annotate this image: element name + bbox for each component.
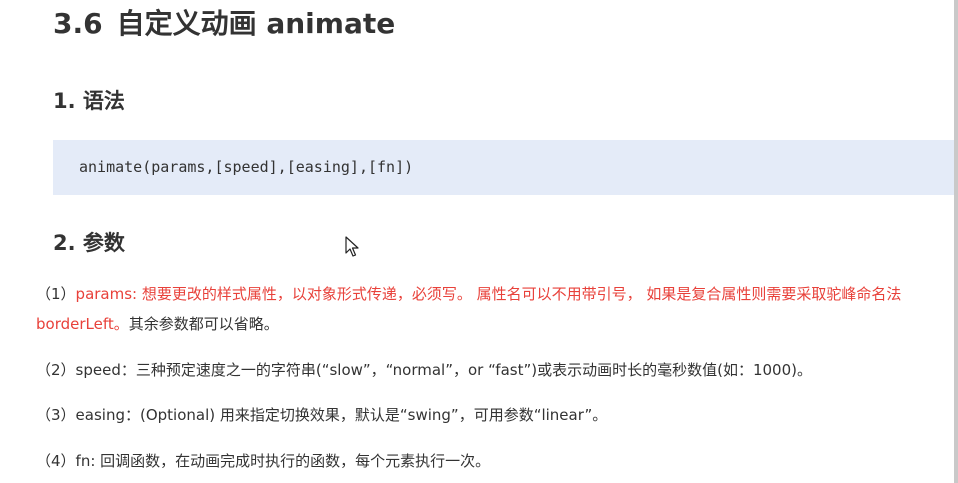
document-page: 3.6 自定义动画 animate 1. 语法 animate(params,[s… xyxy=(0,0,958,483)
param-item-params: （1）params: 想要更改的样式属性，以对象形式传递，必须写。 属性名可以不… xyxy=(36,279,952,339)
section-number: 3.6 xyxy=(53,7,103,40)
param-item-rest: 其余参数都可以省略。 xyxy=(128,315,279,333)
section-title-text: 自定义动画 animate xyxy=(116,7,396,40)
param-item-speed: （2）speed：三种预定速度之一的字符串(“slow”，“normal”，or… xyxy=(36,361,812,379)
syntax-heading: 1. 语法 xyxy=(53,89,125,113)
param-item-easing: （3）easing：(Optional) 用来指定切换效果，默认是“swing”… xyxy=(36,406,608,424)
mouse-pointer-icon xyxy=(345,236,359,257)
param-item-prefix: （1） xyxy=(36,285,76,303)
window-edge xyxy=(954,0,958,483)
params-heading: 2. 参数 xyxy=(53,231,125,255)
syntax-code: animate(params,[speed],[easing],[fn]) xyxy=(79,158,414,176)
section-title: 3.6 自定义动画 animate xyxy=(53,2,395,46)
syntax-code-block: animate(params,[speed],[easing],[fn]) xyxy=(53,140,958,195)
param-item-fn: （4）fn: 回调函数，在动画完成时执行的函数，每个元素执行一次。 xyxy=(36,452,491,470)
